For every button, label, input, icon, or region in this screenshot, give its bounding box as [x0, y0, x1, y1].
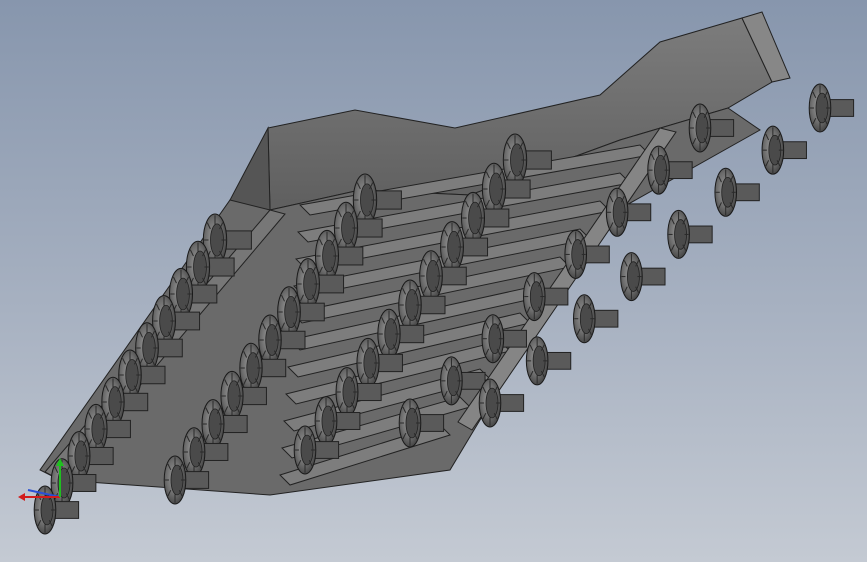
graphics-viewport[interactable] — [0, 0, 867, 562]
y-axis-arrow-icon — [56, 458, 64, 466]
coordinate-triad — [18, 458, 64, 501]
x-axis-arrow-icon — [18, 493, 25, 501]
z-axis-icon — [27, 489, 61, 498]
